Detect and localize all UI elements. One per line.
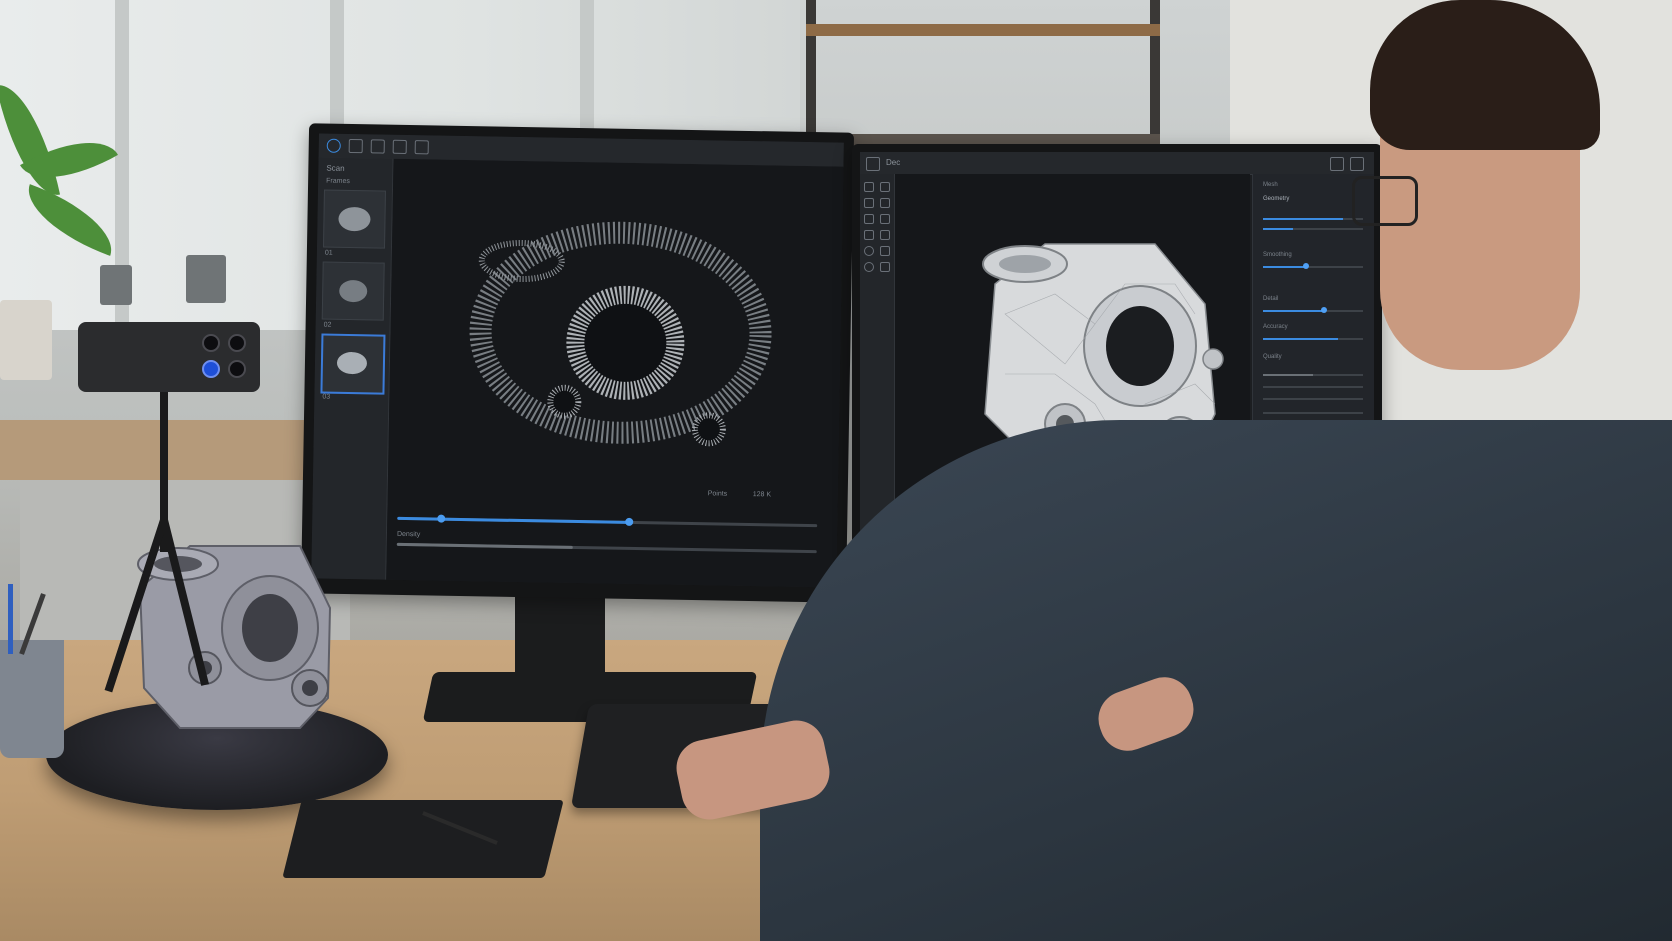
shelf-post: [806, 0, 816, 150]
scanner-light-icon: [202, 360, 220, 378]
scanned-part-physical: [137, 545, 332, 729]
scale-tool-icon[interactable]: [880, 198, 890, 208]
left-screen: Scan Frames 01 02 03 Points 128 K Densit…: [311, 133, 844, 588]
cup: [100, 265, 132, 305]
menu-icon[interactable]: [866, 157, 880, 171]
orbit-tool-icon[interactable]: [864, 262, 874, 272]
light-tool-icon[interactable]: [880, 246, 890, 256]
slider-fill: [1263, 266, 1305, 268]
slider-fill: [1263, 228, 1293, 230]
quality-slider[interactable]: [1263, 374, 1363, 376]
shelf-board: [806, 24, 1160, 36]
shelf-post: [1150, 0, 1160, 150]
setting-label: Smoothing: [1263, 252, 1292, 258]
thumb-caption: 01: [324, 249, 333, 257]
minimize-icon[interactable]: [1330, 157, 1344, 171]
select-tool-icon[interactable]: [864, 182, 874, 192]
frame-sidebar: Scan Frames 01 02 03: [311, 157, 394, 580]
slider-fill: [1263, 374, 1313, 376]
office-scene: Scan Frames 01 02 03 Points 128 K Densit…: [0, 0, 1672, 941]
slider-handle[interactable]: [1303, 263, 1309, 269]
status-value: 128 K: [752, 491, 772, 499]
part-thumbnail-icon: [338, 207, 371, 232]
pencil: [8, 584, 13, 654]
pencil-cup: [0, 640, 64, 758]
frame-thumbnail-selected[interactable]: [320, 333, 386, 395]
view-tool-icon[interactable]: [864, 246, 874, 256]
cup: [186, 255, 226, 303]
slider[interactable]: [1263, 218, 1363, 220]
slider[interactable]: [1263, 412, 1363, 414]
slider-handle[interactable]: [1321, 307, 1327, 313]
left-monitor: Scan Frames 01 02 03 Points 128 K Densit…: [300, 123, 855, 603]
camera-icon[interactable]: [370, 139, 385, 154]
panel-title: Mesh: [1263, 182, 1278, 188]
thumb-caption: 02: [323, 321, 332, 329]
close-icon[interactable]: [1350, 157, 1364, 171]
frame-thumbnail[interactable]: [322, 189, 386, 249]
smoothing-slider[interactable]: [1263, 263, 1363, 269]
detail-slider[interactable]: [1263, 307, 1363, 313]
toolbar-label: Scan: [326, 163, 345, 173]
move-tool-icon[interactable]: [880, 182, 890, 192]
measure-tool-icon[interactable]: [880, 230, 890, 240]
settings-icon[interactable]: [414, 140, 429, 155]
app-icon[interactable]: [326, 138, 341, 153]
fill-tool-icon[interactable]: [880, 214, 890, 224]
layers-icon[interactable]: [348, 138, 363, 154]
frame-thumbnail[interactable]: [321, 261, 385, 321]
cut-tool-icon[interactable]: [864, 214, 874, 224]
setting-label: Quality: [1263, 354, 1282, 360]
setting-label: Accuracy: [1263, 324, 1288, 330]
point-cloud-viewport[interactable]: Points 128 K Density: [386, 158, 844, 588]
person-shirt: [760, 420, 1672, 941]
sidebar-title: Frames: [326, 177, 350, 185]
thumb-caption: 03: [322, 393, 331, 401]
smooth-tool-icon[interactable]: [864, 230, 874, 240]
setting-label: Detail: [1263, 296, 1279, 302]
glasses: [1352, 176, 1418, 226]
slider-fill: [1263, 310, 1323, 312]
section-title: Geometry: [1263, 196, 1290, 202]
grid-icon[interactable]: [392, 139, 407, 154]
slider[interactable]: [1263, 398, 1363, 400]
rotate-tool-icon[interactable]: [864, 198, 874, 208]
scanner-lens: [202, 334, 220, 352]
slider-fill: [1263, 338, 1338, 340]
scanner-lens: [228, 334, 246, 352]
plant-pot: [0, 300, 52, 380]
scanner-lens: [228, 360, 246, 378]
pan-tool-icon[interactable]: [880, 262, 890, 272]
toolbar-label: Dec: [886, 158, 901, 167]
status-text: Points: [707, 490, 728, 498]
density-label: Density: [396, 530, 421, 539]
3d-scanner: [78, 322, 260, 392]
toolbar: Dec: [860, 152, 1374, 175]
slider[interactable]: [1263, 386, 1363, 388]
part-thumbnail-icon: [339, 280, 368, 303]
tool-sidebar: [860, 174, 895, 546]
slider-fill: [1263, 218, 1343, 220]
part-thumbnail-icon: [336, 352, 367, 375]
slider[interactable]: [1263, 228, 1363, 230]
accuracy-slider[interactable]: [1263, 338, 1363, 340]
